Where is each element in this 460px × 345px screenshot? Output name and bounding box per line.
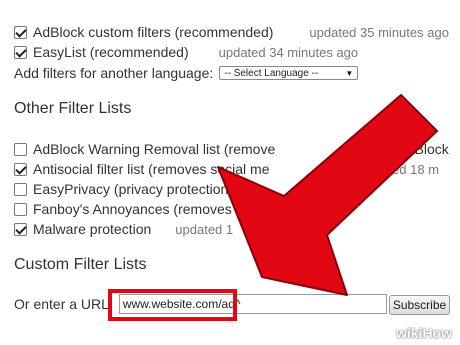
filter-checkbox[interactable] <box>14 162 27 176</box>
filter-label: Antisocial filter list (removes social m… <box>33 161 270 177</box>
dropdown-arrow-icon: ▼ <box>345 68 354 78</box>
filter-antisocial[interactable]: Antisocial filter list (removes social m… <box>14 159 439 179</box>
url-input-value: www.website.com/ad^ <box>122 297 241 311</box>
filter-updated: updated 1 <box>175 221 234 237</box>
filter-updated: ut using AdBlock <box>345 141 449 157</box>
filter-easylist[interactable]: EasyList (recommended) updated 34 minute… <box>14 42 358 62</box>
url-input[interactable]: www.website.com/ad^ <box>118 294 387 314</box>
filter-label: Malware protection <box>33 221 152 237</box>
filter-label: AdBlock custom filters (recommended) <box>33 24 274 40</box>
filter-checkbox[interactable] <box>14 142 27 156</box>
filter-checkbox[interactable] <box>14 25 27 39</box>
filter-checkbox[interactable] <box>14 202 27 216</box>
filter-checkbox[interactable] <box>14 222 27 236</box>
language-select[interactable]: -- Select Language -- ▼ <box>219 66 359 80</box>
filter-warning-removal[interactable]: AdBlock Warning Removal list (remove ut … <box>14 139 449 159</box>
url-row: Or enter a URL: www.website.com/ad^ <box>14 294 387 314</box>
filter-updated: updated 18 m <box>359 161 440 177</box>
filter-label: AdBlock Warning Removal list (remove <box>33 141 276 157</box>
watermark: wikiHow <box>395 325 452 341</box>
subscribe-button[interactable]: Subscribe <box>389 295 450 315</box>
filter-checkbox[interactable] <box>14 45 27 59</box>
section-title-custom: Custom Filter Lists <box>14 256 147 273</box>
language-row: Add filters for another language: -- Sel… <box>14 63 359 83</box>
filter-easyprivacy[interactable]: EasyPrivacy (privacy protection) <box>14 179 233 199</box>
filter-fanboy[interactable]: Fanboy's Annoyances (removes ann <box>14 199 259 219</box>
section-title-other: Other Filter Lists <box>14 100 132 117</box>
filter-label: EasyList (recommended) <box>33 44 189 60</box>
language-label: Add filters for another language: <box>14 65 214 81</box>
filter-checkbox[interactable] <box>14 182 27 196</box>
filter-adblock-custom[interactable]: AdBlock custom filters (recommended) upd… <box>14 22 449 42</box>
url-label: Or enter a URL: <box>14 296 113 312</box>
language-selected: -- Select Language -- <box>224 67 319 79</box>
filter-malware[interactable]: Malware protection updated 1 <box>14 219 233 239</box>
filter-updated: updated 35 minutes ago <box>309 24 449 40</box>
filter-updated: updated 34 minutes ago <box>218 44 359 60</box>
filter-label: Fanboy's Annoyances (removes ann <box>33 201 260 217</box>
filter-label: EasyPrivacy (privacy protection) <box>33 181 233 197</box>
